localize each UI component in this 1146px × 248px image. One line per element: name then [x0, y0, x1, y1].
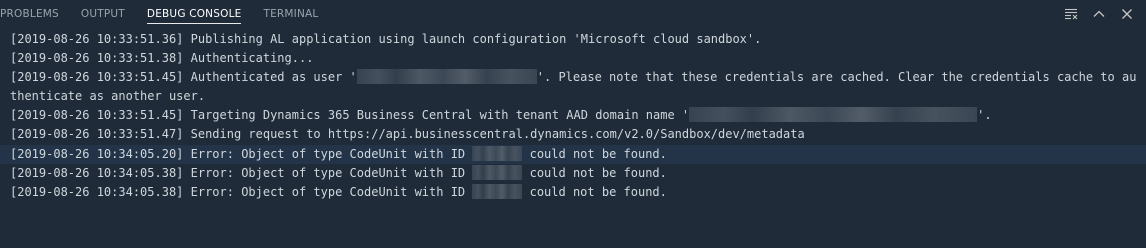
tab-debug-console[interactable]: DEBUG CONSOLE	[136, 0, 253, 28]
panel-actions	[1058, 0, 1140, 28]
clear-console-icon	[1065, 8, 1078, 20]
message: Authenticating...	[183, 51, 314, 66]
console-line: [2019-08-26 10:34:05.38] Error: Object o…	[0, 183, 1146, 202]
message: could not be found.	[522, 165, 667, 180]
close-icon	[1122, 9, 1132, 19]
panel-header: PROBLEMS OUTPUT DEBUG CONSOLE TERMINAL	[0, 0, 1146, 28]
timestamp: [2019-08-26 10:34:05.20]	[10, 146, 184, 161]
message: Error: Object of type CodeUnit with ID	[183, 165, 473, 180]
message: Error: Object of type CodeUnit with ID	[183, 146, 473, 161]
redacted-domain	[689, 107, 978, 123]
redacted-id	[472, 164, 523, 180]
message: Authenticated as user '	[183, 70, 357, 85]
message: Sending request to https://api.businessc…	[183, 127, 805, 142]
timestamp: [2019-08-26 10:34:05.38]	[10, 184, 184, 199]
message: Targeting Dynamics 365 Business Central …	[183, 108, 690, 123]
tab-terminal[interactable]: TERMINAL	[252, 0, 329, 28]
console-line: [2019-08-26 10:33:51.47] Sending request…	[0, 125, 1146, 144]
debug-console-panel: PROBLEMS OUTPUT DEBUG CONSOLE TERMINAL […	[0, 0, 1146, 248]
message: '.	[977, 108, 992, 123]
message: could not be found.	[522, 146, 667, 161]
redacted-id	[472, 183, 523, 199]
timestamp: [2019-08-26 10:33:51.45]	[10, 70, 184, 85]
timestamp: [2019-08-26 10:33:51.36]	[10, 32, 184, 46]
tab-problems[interactable]: PROBLEMS	[0, 0, 70, 28]
timestamp: [2019-08-26 10:33:51.38]	[10, 51, 184, 66]
timestamp: [2019-08-26 10:34:05.38]	[10, 165, 184, 180]
console-line: [2019-08-26 10:33:51.45] Targeting Dynam…	[0, 106, 1146, 125]
panel-tabs: PROBLEMS OUTPUT DEBUG CONSOLE TERMINAL	[0, 0, 329, 28]
console-line: [2019-08-26 10:33:51.36] Publishing AL a…	[0, 30, 1146, 49]
console-line: [2019-08-26 10:33:51.45] Authenticated a…	[0, 68, 1146, 106]
redacted-username	[356, 69, 537, 85]
chevron-up-icon	[1093, 10, 1105, 17]
redacted-id	[472, 145, 523, 161]
message: Error: Object of type CodeUnit with ID	[183, 184, 473, 199]
timestamp: [2019-08-26 10:33:51.45]	[10, 108, 184, 123]
message: could not be found.	[522, 184, 667, 199]
close-panel-button[interactable]	[1114, 3, 1140, 25]
console-line: [2019-08-26 10:33:51.38] Authenticating.…	[0, 49, 1146, 68]
console-line: [2019-08-26 10:34:05.38] Error: Object o…	[0, 164, 1146, 183]
clear-console-button[interactable]	[1058, 3, 1084, 25]
console-output[interactable]: [2019-08-26 10:33:51.36] Publishing AL a…	[0, 30, 1146, 248]
console-line: [2019-08-26 10:34:05.20] Error: Object o…	[0, 144, 1146, 164]
timestamp: [2019-08-26 10:33:51.47]	[10, 127, 184, 142]
message: Publishing AL application using launch c…	[183, 32, 762, 46]
maximize-panel-button[interactable]	[1086, 3, 1112, 25]
tab-output[interactable]: OUTPUT	[70, 0, 136, 28]
